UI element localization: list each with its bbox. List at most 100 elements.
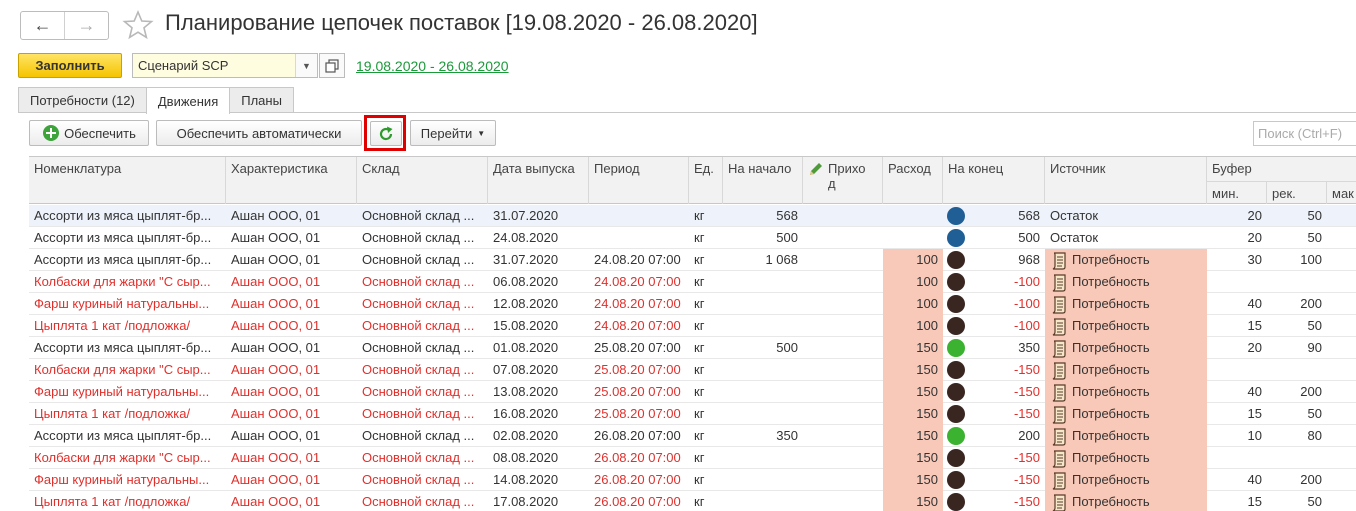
cell-characteristic[interactable]: Ашан ООО, 01 xyxy=(226,337,357,359)
cell-nomenclature[interactable]: Фарш куриный натуральны... xyxy=(29,469,226,491)
cell-start[interactable] xyxy=(723,381,803,403)
cell-income[interactable] xyxy=(803,249,883,271)
cell-start[interactable]: 568 xyxy=(723,205,803,227)
cell-income[interactable] xyxy=(803,337,883,359)
cell-buffer-min[interactable]: 15 xyxy=(1207,403,1267,425)
cell-start[interactable]: 500 xyxy=(723,337,803,359)
cell-income[interactable] xyxy=(803,359,883,381)
cell-buffer-min[interactable]: 40 xyxy=(1207,293,1267,315)
cell-release-date[interactable]: 14.08.2020 xyxy=(488,469,589,491)
table-row[interactable]: Фарш куриный натуральны... Ашан ООО, 01 Ос… xyxy=(29,381,1356,403)
cell-characteristic[interactable]: Ашан ООО, 01 xyxy=(226,447,357,469)
cell-unit[interactable]: кг xyxy=(689,469,723,491)
cell-expense[interactable]: 150 xyxy=(883,447,943,469)
cell-start[interactable] xyxy=(723,403,803,425)
cell-source[interactable]: Потребность xyxy=(1045,337,1207,359)
cell-source[interactable]: Потребность xyxy=(1045,447,1207,469)
cell-release-date[interactable]: 17.08.2020 xyxy=(488,491,589,511)
cell-source[interactable]: Потребность xyxy=(1045,359,1207,381)
cell-nomenclature[interactable]: Цыплята 1 кат /подложка/ xyxy=(29,315,226,337)
cell-warehouse[interactable]: Основной склад ... xyxy=(357,337,488,359)
cell-buffer-min[interactable]: 40 xyxy=(1207,469,1267,491)
cell-period[interactable]: 24.08.20 07:00 xyxy=(589,293,689,315)
cell-buffer-rec[interactable]: 200 xyxy=(1267,293,1327,315)
cell-characteristic[interactable]: Ашан ООО, 01 xyxy=(226,227,357,249)
cell-expense[interactable]: 100 xyxy=(883,271,943,293)
cell-characteristic[interactable]: Ашан ООО, 01 xyxy=(226,469,357,491)
cell-characteristic[interactable]: Ашан ООО, 01 xyxy=(226,205,357,227)
cell-nomenclature[interactable]: Колбаски для жарки "С сыр... xyxy=(29,271,226,293)
col-header-buffer[interactable]: Буфер xyxy=(1207,157,1356,181)
cell-release-date[interactable]: 01.08.2020 xyxy=(488,337,589,359)
cell-buffer-rec[interactable]: 100 xyxy=(1267,249,1327,271)
cell-unit[interactable]: кг xyxy=(689,249,723,271)
cell-release-date[interactable]: 13.08.2020 xyxy=(488,381,589,403)
cell-buffer-rec[interactable]: 50 xyxy=(1267,227,1327,249)
cell-nomenclature[interactable]: Ассорти из мяса цыплят-бр... xyxy=(29,249,226,271)
cell-period[interactable]: 24.08.20 07:00 xyxy=(589,249,689,271)
cell-unit[interactable]: кг xyxy=(689,271,723,293)
cell-start[interactable] xyxy=(723,271,803,293)
cell-release-date[interactable]: 07.08.2020 xyxy=(488,359,589,381)
cell-source[interactable]: Потребность xyxy=(1045,469,1207,491)
cell-income[interactable] xyxy=(803,315,883,337)
cell-buffer-min[interactable]: 20 xyxy=(1207,205,1267,227)
cell-nomenclature[interactable]: Ассорти из мяса цыплят-бр... xyxy=(29,425,226,447)
cell-buffer-rec[interactable]: 50 xyxy=(1267,403,1327,425)
cell-release-date[interactable]: 08.08.2020 xyxy=(488,447,589,469)
cell-characteristic[interactable]: Ашан ООО, 01 xyxy=(226,491,357,511)
cell-income[interactable] xyxy=(803,447,883,469)
cell-unit[interactable]: кг xyxy=(689,403,723,425)
col-header-start[interactable]: На начало xyxy=(723,157,803,204)
cell-period[interactable]: 26.08.20 07:00 xyxy=(589,425,689,447)
cell-end[interactable]: -150 xyxy=(943,403,1045,425)
cell-end[interactable]: 568 xyxy=(943,205,1045,227)
cell-unit[interactable]: кг xyxy=(689,293,723,315)
refresh-button[interactable] xyxy=(370,121,402,146)
cell-characteristic[interactable]: Ашан ООО, 01 xyxy=(226,425,357,447)
cell-income[interactable] xyxy=(803,403,883,425)
cell-income[interactable] xyxy=(803,205,883,227)
cell-period[interactable] xyxy=(589,205,689,227)
cell-source[interactable]: Потребность xyxy=(1045,403,1207,425)
cell-buffer-rec[interactable]: 90 xyxy=(1267,337,1327,359)
cell-start[interactable] xyxy=(723,359,803,381)
cell-release-date[interactable]: 31.07.2020 xyxy=(488,249,589,271)
cell-expense[interactable]: 150 xyxy=(883,491,943,511)
cell-period[interactable]: 25.08.20 07:00 xyxy=(589,403,689,425)
cell-source[interactable]: Остаток xyxy=(1045,227,1207,249)
cell-nomenclature[interactable]: Цыплята 1 кат /подложка/ xyxy=(29,403,226,425)
goto-menu-button[interactable]: Перейти ▼ xyxy=(410,120,496,146)
cell-start[interactable]: 350 xyxy=(723,425,803,447)
cell-nomenclature[interactable]: Ассорти из мяса цыплят-бр... xyxy=(29,205,226,227)
cell-buffer-min[interactable]: 10 xyxy=(1207,425,1267,447)
cell-end[interactable]: 200 xyxy=(943,425,1045,447)
col-header-income[interactable]: Приход xyxy=(803,157,883,204)
col-header-expense[interactable]: Расход xyxy=(883,157,943,204)
cell-warehouse[interactable]: Основной склад ... xyxy=(357,491,488,511)
cell-buffer-min[interactable]: 20 xyxy=(1207,337,1267,359)
cell-start[interactable] xyxy=(723,469,803,491)
favorite-star-icon[interactable] xyxy=(122,9,154,41)
cell-warehouse[interactable]: Основной склад ... xyxy=(357,403,488,425)
cell-source[interactable]: Потребность xyxy=(1045,249,1207,271)
tab-movements[interactable]: Движения xyxy=(145,87,231,114)
cell-end[interactable]: 350 xyxy=(943,337,1045,359)
cell-nomenclature[interactable]: Фарш куриный натуральны... xyxy=(29,293,226,315)
cell-period[interactable]: 24.08.20 07:00 xyxy=(589,315,689,337)
cell-nomenclature[interactable]: Колбаски для жарки "С сыр... xyxy=(29,359,226,381)
cell-characteristic[interactable]: Ашан ООО, 01 xyxy=(226,381,357,403)
cell-expense[interactable]: 150 xyxy=(883,469,943,491)
scenario-select[interactable]: Сценарий SCP ▼ xyxy=(132,53,318,78)
cell-characteristic[interactable]: Ашан ООО, 01 xyxy=(226,359,357,381)
cell-unit[interactable]: кг xyxy=(689,337,723,359)
cell-nomenclature[interactable]: Ассорти из мяса цыплят-бр... xyxy=(29,337,226,359)
cell-expense[interactable]: 100 xyxy=(883,293,943,315)
cell-warehouse[interactable]: Основной склад ... xyxy=(357,249,488,271)
cell-buffer-min[interactable] xyxy=(1207,271,1267,293)
cell-start[interactable] xyxy=(723,447,803,469)
col-header-buffer-rec[interactable]: рек. xyxy=(1267,181,1327,204)
cell-period[interactable]: 25.08.20 07:00 xyxy=(589,337,689,359)
cell-nomenclature[interactable]: Ассорти из мяса цыплят-бр... xyxy=(29,227,226,249)
cell-buffer-rec[interactable] xyxy=(1267,359,1327,381)
